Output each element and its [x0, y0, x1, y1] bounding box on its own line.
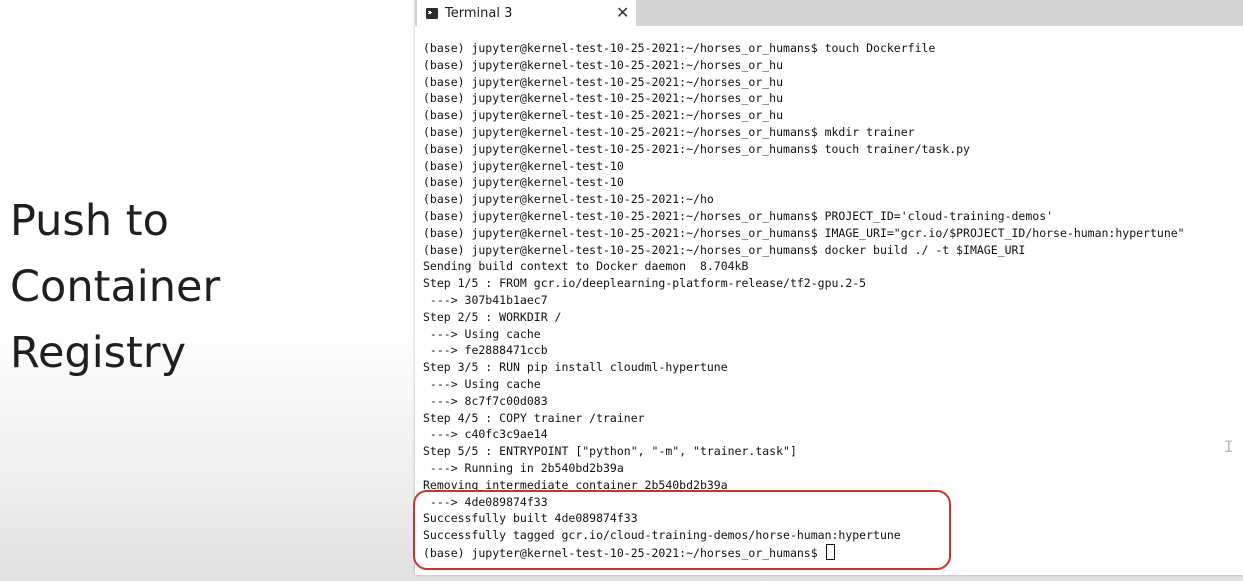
- terminal-line: (base) jupyter@kernel-test-10-25-2021:~/…: [423, 192, 714, 207]
- terminal-line: ---> 8c7f7c00d083: [423, 393, 548, 408]
- terminal-line: Step 5/5 : ENTRYPOINT ["python", "-m", "…: [423, 444, 797, 459]
- terminal-line: Step 1/5 : FROM gcr.io/deeplearning-plat…: [423, 276, 867, 291]
- text-cursor-icon: I: [1224, 437, 1234, 456]
- terminal-line: (base) jupyter@kernel-test-10-25-2021:~/…: [423, 208, 1054, 223]
- terminal-line: Step 2/5 : WORKDIR /: [423, 309, 562, 324]
- terminal-line: ---> 307b41b1aec7: [423, 292, 548, 307]
- terminal-line: Sending build context to Docker daemon 8…: [423, 259, 749, 274]
- terminal-window[interactable]: Terminal 3 ✕ (base) jupyter@kernel-test-…: [415, 0, 1243, 575]
- tab-label: Terminal 3: [445, 5, 513, 21]
- terminal-line: (base) jupyter@kernel-test-10-25-2021:~/…: [423, 225, 1185, 240]
- terminal-line: Removing intermediate container 2b540bd2…: [423, 477, 728, 492]
- terminal-line: Successfully tagged gcr.io/cloud-trainin…: [423, 528, 901, 543]
- slide-title-line-3: Registry: [10, 328, 187, 378]
- terminal-line: (base) jupyter@kernel-test-10-25-2021:~/…: [423, 57, 784, 72]
- terminal-output[interactable]: (base) jupyter@kernel-test-10-25-2021:~/…: [423, 40, 1238, 561]
- terminal-line: ---> Using cache: [423, 326, 541, 341]
- terminal-line: (base) jupyter@kernel-test-10-25-2021:~/…: [423, 74, 784, 89]
- terminal-prompt: (base) jupyter@kernel-test-10-25-2021:~/…: [423, 545, 825, 560]
- slide-title-line-2: Container: [10, 262, 221, 312]
- terminal-line: (base) jupyter@kernel-test-10-25-2021:~/…: [423, 91, 784, 106]
- terminal-line: ---> Running in 2b540bd2b39a: [423, 460, 624, 475]
- close-icon[interactable]: ✕: [616, 3, 629, 23]
- terminal-line: ---> Using cache: [423, 376, 541, 391]
- terminal-line: Step 3/5 : RUN pip install cloudml-hyper…: [423, 360, 728, 375]
- terminal-line: (base) jupyter@kernel-test-10-25-2021:~/…: [423, 41, 936, 55]
- terminal-tab-bar: Terminal 3 ✕: [415, 0, 1243, 26]
- terminal-line: (base) jupyter@kernel-test-10-25-2021:~/…: [423, 141, 970, 156]
- terminal-cursor: [825, 543, 835, 560]
- terminal-line: (base) jupyter@kernel-test-10: [423, 158, 624, 173]
- terminal-line: ---> c40fc3c9ae14: [423, 427, 548, 442]
- terminal-line: (base) jupyter@kernel-test-10-25-2021:~/…: [423, 124, 915, 139]
- slide-title-line-1: Push to: [10, 196, 169, 246]
- slide-title: Push to Container Registry: [10, 188, 400, 386]
- terminal-line: ---> fe2888471ccb: [423, 343, 548, 358]
- terminal-prompt-line[interactable]: (base) jupyter@kernel-test-10-25-2021:~/…: [423, 543, 1238, 561]
- terminal-line: (base) jupyter@kernel-test-10-25-2021:~/…: [423, 242, 1026, 257]
- terminal-icon: [426, 7, 438, 19]
- terminal-line: Step 4/5 : COPY trainer /trainer: [423, 410, 645, 425]
- terminal-line: Successfully built 4de089874f33: [423, 511, 638, 526]
- terminal-line: (base) jupyter@kernel-test-10: [423, 175, 624, 190]
- tab-terminal-3[interactable]: Terminal 3 ✕: [417, 0, 636, 26]
- terminal-line: (base) jupyter@kernel-test-10-25-2021:~/…: [423, 108, 784, 123]
- terminal-line: ---> 4de089874f33: [423, 494, 548, 509]
